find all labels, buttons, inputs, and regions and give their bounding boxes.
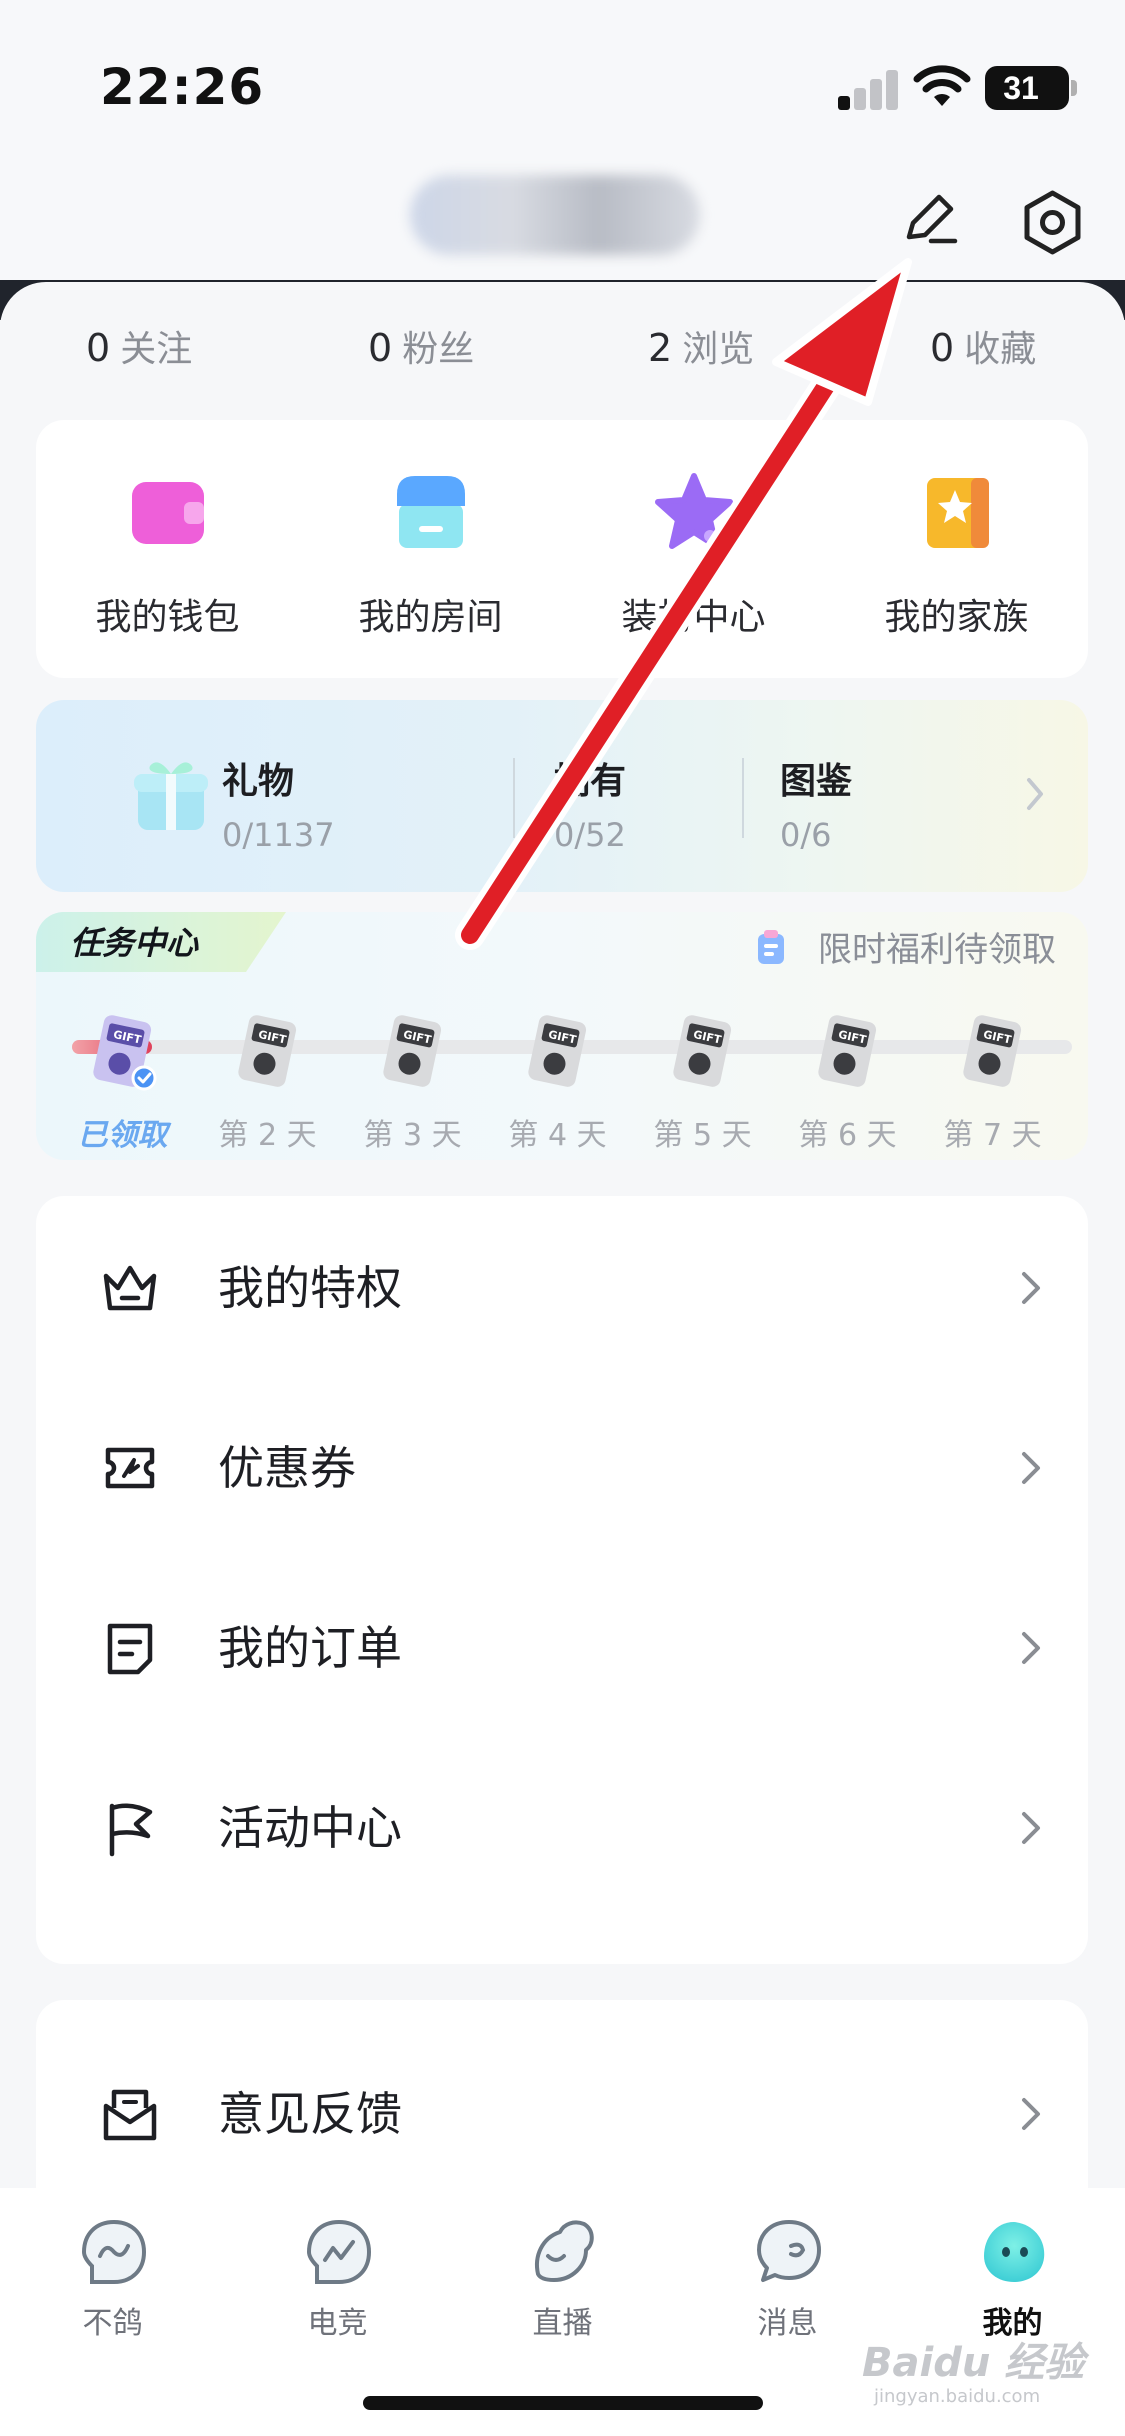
room-entry[interactable]: 我的房间 [299,420,562,678]
menu-item-coupons[interactable]: 优惠券 [36,1376,1088,1556]
task-day-2[interactable]: GIFT 第 2 天 [195,1012,340,1153]
task-promo-text[interactable]: 限时福利待领取 [818,922,1056,971]
gift-ticket-icon: GIFT [818,1015,877,1087]
stat-following[interactable]: 0 关注 [86,318,192,378]
room-label: 我的房间 [358,597,503,638]
task-day-label: 第 6 天 [798,1118,897,1153]
battery-level: 31 [1003,70,1039,106]
menu-label: 优惠券 [218,1441,356,1495]
gift-ticket-icon: GIFT [93,1015,157,1091]
chevron-right-icon [1022,1272,1040,1304]
menu-item-events[interactable]: 活动中心 [36,1736,1088,1916]
family-label: 我的家族 [884,597,1029,638]
gift-box-icon [134,762,208,830]
task-day-label: 已领取 [77,1118,168,1153]
chevron-right-icon [1022,1812,1040,1844]
tab-bugo[interactable]: 不鸽 [0,2204,225,2344]
tab-esports[interactable]: 电竞 [225,2204,450,2344]
task-day-5[interactable]: GIFT 第 5 天 [630,1012,775,1153]
settings-hexagon-icon[interactable] [1015,185,1090,260]
tab-label: 电竞 [307,2306,368,2341]
gift-ticket-icon: GIFT [963,1015,1022,1087]
collection-gifts[interactable]: 礼物 0/1137 [222,752,335,854]
star-icon [655,473,733,549]
tab-messages[interactable]: 消息 [675,2204,900,2344]
message-tab-icon [757,2220,821,2282]
esports-tab-icon [306,2219,372,2284]
pencil-icon[interactable] [895,185,965,255]
gift-ticket-icon: GIFT [528,1015,587,1087]
flag-icon [109,1803,153,1857]
tab-label: 不鸽 [82,2306,143,2341]
task-day-label: 第 7 天 [943,1118,1042,1153]
chevron-right-icon [1027,778,1043,810]
menu-label: 我的特权 [218,1261,402,1315]
task-day-3[interactable]: GIFT 第 3 天 [340,1012,485,1153]
feedback-mail-icon [103,2089,157,2141]
menu-item-feedback[interactable]: 意见反馈 [36,2022,1088,2202]
menu-item-orders[interactable]: 我的订单 [36,1556,1088,1736]
dressup-label: 装扮中心 [621,597,766,638]
status-time: 22:26 [100,58,265,116]
task-day-7[interactable]: GIFT 第 7 天 [920,1012,1065,1153]
task-day-label: 第 5 天 [653,1118,752,1153]
wallet-icon [132,482,204,544]
menu-label: 意见反馈 [218,2087,402,2141]
menu-label: 我的订单 [218,1621,402,1675]
family-entry[interactable]: 我的家族 [825,420,1088,678]
wallet-entry[interactable]: 我的钱包 [36,420,299,678]
stat-views[interactable]: 2 浏览 [648,318,754,378]
tab-live[interactable]: 直播 [450,2204,675,2344]
gift-ticket-icon: GIFT [383,1015,442,1087]
task-day-label: 第 4 天 [508,1118,607,1153]
bugo-tab-icon [81,2219,147,2284]
task-day-label: 第 2 天 [218,1118,317,1153]
battery-icon: 31 [985,66,1077,110]
clipboard-icon [758,930,784,964]
task-day-4[interactable]: GIFT 第 4 天 [485,1012,630,1153]
task-center-title: 任务中心 [70,924,199,962]
stat-fans[interactable]: 0 粉丝 [368,318,474,378]
mine-tab-icon [984,2222,1045,2282]
task-center-card[interactable]: 任务中心 限时福利待领取 GIFT 已领取 GIFT 第 2 天 GIFT 第 3 天 GI… [36,912,1088,1160]
shop-icon [397,476,465,548]
chevron-right-icon [1022,1632,1040,1664]
wallet-label: 我的钱包 [95,597,240,638]
dressup-entry[interactable]: 装扮中心 [562,420,825,678]
menu-item-privileges[interactable]: 我的特权 [36,1196,1088,1376]
watermark-url: jingyan.baidu.com [874,2386,1041,2407]
crown-icon [103,1265,157,1311]
task-day-6[interactable]: GIFT 第 6 天 [775,1012,920,1153]
collection-card[interactable]: 礼物 0/1137 拥有 0/52 图鉴 0/6 [36,700,1088,892]
menu-label: 活动中心 [218,1801,402,1855]
tab-label: 直播 [532,2306,593,2341]
collection-owned[interactable]: 拥有 0/52 [554,752,626,854]
family-book-icon [927,478,989,548]
gift-ticket-icon: GIFT [238,1015,297,1087]
menu-card: 我的特权 优惠券 我的订单 活动中心 [36,1196,1088,1964]
live-tab-icon [535,2220,594,2282]
status-bar: 22:26 31 [0,0,1125,170]
collection-atlas[interactable]: 图鉴 0/6 [780,752,852,854]
username-blurred[interactable] [410,175,700,255]
order-icon [107,1623,153,1675]
quick-actions-card: 我的钱包 我的房间 装扮中心 我的家族 [36,420,1088,678]
watermark-brand: Baidu 经验 [862,2340,1085,2386]
stat-favorites[interactable]: 0 收藏 [930,318,1036,378]
cellular-signal-icon [838,68,898,110]
tab-mine[interactable]: 我的 [900,2204,1125,2344]
coupon-icon [105,1447,155,1489]
chevron-right-icon [1022,2098,1040,2130]
stats-row: 0 关注 0 粉丝 2 浏览 0 收藏 [0,318,1125,378]
gift-ticket-icon: GIFT [673,1015,732,1087]
task-day-label: 第 3 天 [363,1118,462,1153]
chevron-right-icon [1022,1452,1040,1484]
home-indicator [363,2396,763,2410]
task-day-1[interactable]: GIFT 已领取 [50,1012,195,1153]
wifi-icon [913,65,971,106]
